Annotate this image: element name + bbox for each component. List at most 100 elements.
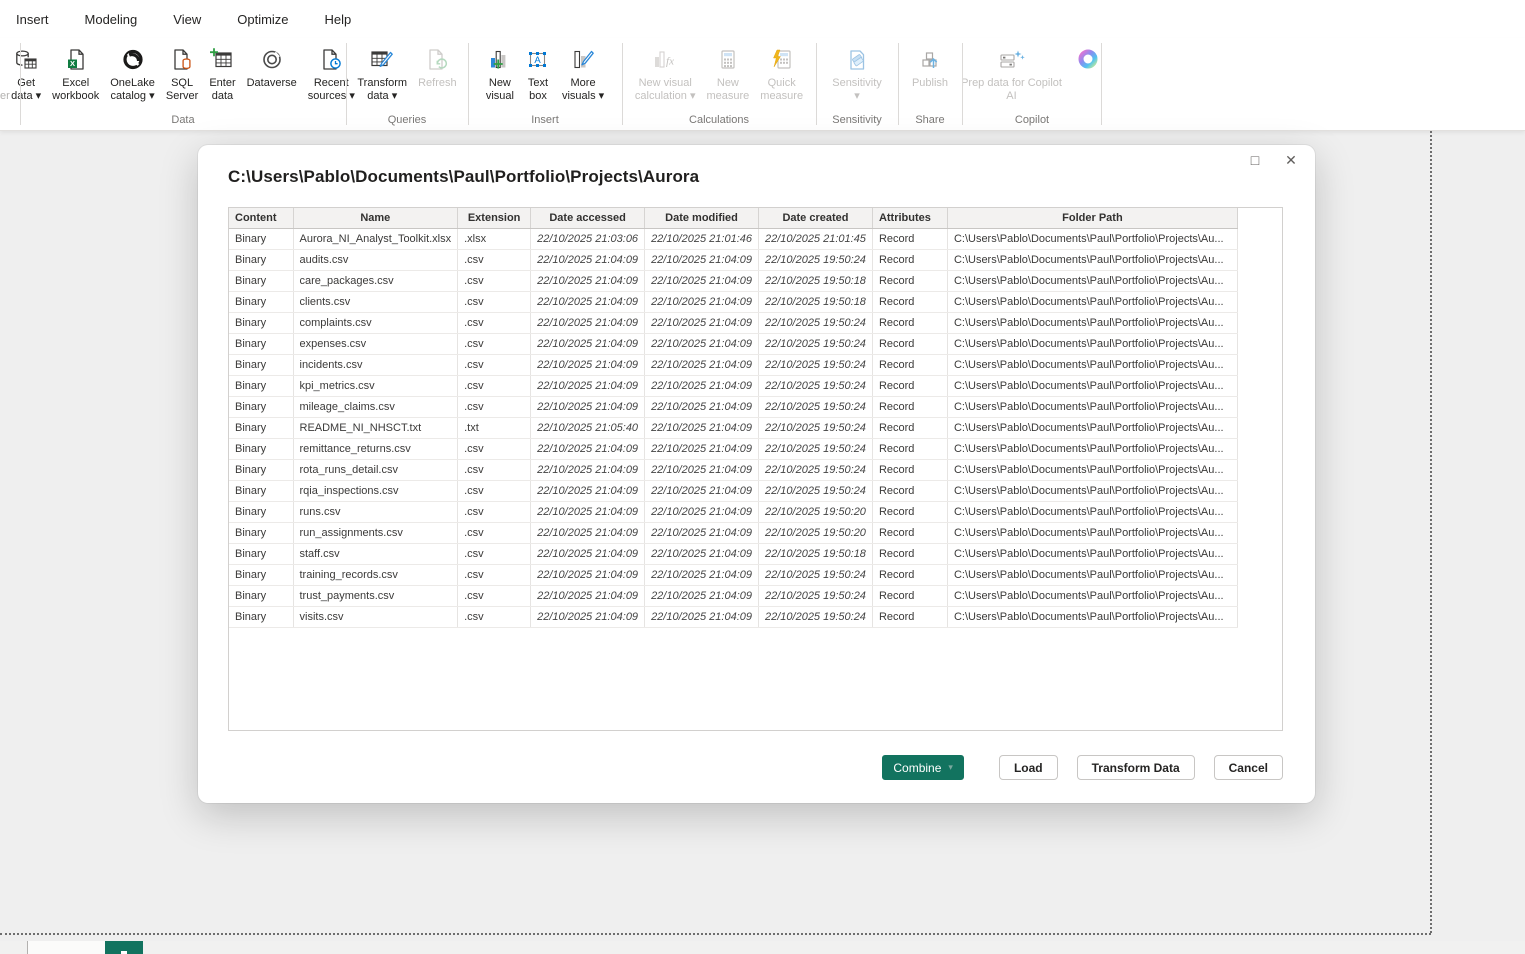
cell-date-modified: 22/10/2025 21:04:09 <box>645 376 759 397</box>
cell-folder-path: C:\Users\Pablo\Documents\Paul\Portfolio\… <box>947 376 1237 397</box>
cell-folder-path: C:\Users\Pablo\Documents\Paul\Portfolio\… <box>947 565 1237 586</box>
new-visual-button[interactable]: New visual <box>481 42 519 105</box>
cell-name: care_packages.csv <box>293 271 458 292</box>
database-grid-icon <box>13 44 39 76</box>
menu-tab-modeling[interactable]: Modeling <box>85 12 138 27</box>
cell-date-modified: 22/10/2025 21:04:09 <box>645 544 759 565</box>
table-row: Binary clients.csv .csv 22/10/2025 21:04… <box>229 292 1237 313</box>
cell-date-created: 22/10/2025 19:50:24 <box>759 607 873 628</box>
cell-folder-path: C:\Users\Pablo\Documents\Paul\Portfolio\… <box>947 481 1237 502</box>
group-label-calculations: Calculations <box>624 110 814 130</box>
cell-attributes: Record <box>872 229 947 250</box>
cell-extension: .csv <box>458 565 531 586</box>
cell-content: Binary <box>229 397 293 418</box>
table-row: Binary care_packages.csv .csv 22/10/2025… <box>229 271 1237 292</box>
text-box-button[interactable]: A Text box <box>520 42 556 105</box>
ribbon-group-queries: Transform data ▾ Refresh Queries <box>346 38 468 130</box>
cell-date-accessed: 22/10/2025 21:04:09 <box>531 565 645 586</box>
canvas-dashed-bottom-border <box>0 933 1431 935</box>
cell-content: Binary <box>229 544 293 565</box>
cell-name: incidents.csv <box>293 355 458 376</box>
cell-attributes: Record <box>872 313 947 334</box>
cell-date-accessed: 22/10/2025 21:04:09 <box>531 271 645 292</box>
cell-date-modified: 22/10/2025 21:04:09 <box>645 397 759 418</box>
cell-content: Binary <box>229 250 293 271</box>
cell-extension: .csv <box>458 250 531 271</box>
cell-extension: .csv <box>458 481 531 502</box>
column-header-attributes: Attributes <box>872 208 947 229</box>
menu-tab-help[interactable]: Help <box>325 12 352 27</box>
table-row: Binary visits.csv .csv 22/10/2025 21:04:… <box>229 607 1237 628</box>
cell-date-modified: 22/10/2025 21:04:09 <box>645 502 759 523</box>
cell-attributes: Record <box>872 334 947 355</box>
cell-date-accessed: 22/10/2025 21:04:09 <box>531 481 645 502</box>
close-icon[interactable]: ✕ <box>1283 152 1299 169</box>
cell-date-modified: 22/10/2025 21:04:09 <box>645 313 759 334</box>
sql-server-button[interactable]: SQL Server <box>161 42 203 105</box>
cell-name: kpi_metrics.csv <box>293 376 458 397</box>
cell-date-created: 22/10/2025 19:50:20 <box>759 523 873 544</box>
chart-fx-icon: fx <box>651 44 679 76</box>
transform-data-button[interactable]: Transform data ▾ <box>352 42 412 105</box>
column-header-name: Name <box>293 208 458 229</box>
group-label-insert: Insert <box>470 110 620 130</box>
cell-date-accessed: 22/10/2025 21:04:09 <box>531 607 645 628</box>
cell-name: runs.csv <box>293 502 458 523</box>
cell-extension: .csv <box>458 397 531 418</box>
file-clock-icon <box>318 44 344 76</box>
copilot-icon <box>1073 44 1103 76</box>
load-button[interactable]: Load <box>999 755 1058 780</box>
cancel-button[interactable]: Cancel <box>1214 755 1283 780</box>
maximize-icon[interactable]: □ <box>1247 152 1263 169</box>
dialog-button-row: Combine ▾ Load Transform Data Cancel <box>882 755 1283 780</box>
excel-workbook-button[interactable]: X Excel workbook <box>47 42 104 105</box>
cell-date-created: 22/10/2025 19:50:24 <box>759 586 873 607</box>
column-header-date-modified: Date modified <box>645 208 759 229</box>
chevron-down-icon: ▾ <box>948 762 953 773</box>
file-list-table: Content Name Extension Date accessed Dat… <box>229 208 1238 628</box>
cell-content: Binary <box>229 355 293 376</box>
combine-button[interactable]: Combine ▾ <box>882 755 964 780</box>
cell-name: rota_runs_detail.csv <box>293 460 458 481</box>
ribbon-group-copilot: Prep data for Copilot AI <box>962 38 1102 130</box>
cell-attributes: Record <box>872 565 947 586</box>
cell-folder-path: C:\Users\Pablo\Documents\Paul\Portfolio\… <box>947 271 1237 292</box>
dataverse-button[interactable]: Dataverse <box>242 42 302 105</box>
cell-date-created: 22/10/2025 19:50:24 <box>759 481 873 502</box>
cell-content: Binary <box>229 565 293 586</box>
folder-preview-dialog: □ ✕ C:\Users\Pablo\Documents\Paul\Portfo… <box>198 145 1315 803</box>
cell-date-modified: 22/10/2025 21:04:09 <box>645 271 759 292</box>
transform-data-dialog-button[interactable]: Transform Data <box>1077 755 1195 780</box>
quick-measure-button: Quick measure <box>755 42 808 105</box>
ribbon-group-data: Get data ▾ X Excel workbook <box>20 38 346 130</box>
cell-content: Binary <box>229 313 293 334</box>
cell-content: Binary <box>229 481 293 502</box>
menu-tab-view[interactable]: View <box>173 12 201 27</box>
cell-extension: .csv <box>458 460 531 481</box>
active-page-tab[interactable] <box>105 941 143 954</box>
cell-name: run_assignments.csv <box>293 523 458 544</box>
more-visuals-button[interactable]: More visuals ▾ <box>557 42 609 105</box>
cell-attributes: Record <box>872 607 947 628</box>
cell-date-modified: 22/10/2025 21:04:09 <box>645 586 759 607</box>
cell-date-modified: 22/10/2025 21:04:09 <box>645 460 759 481</box>
svg-text:X: X <box>70 59 75 68</box>
cell-folder-path: C:\Users\Pablo\Documents\Paul\Portfolio\… <box>947 460 1237 481</box>
cell-extension: .csv <box>458 271 531 292</box>
svg-text:fx: fx <box>666 56 674 68</box>
enter-data-button[interactable]: Enter data <box>204 42 240 105</box>
column-header-date-accessed: Date accessed <box>531 208 645 229</box>
cell-date-created: 22/10/2025 19:50:24 <box>759 439 873 460</box>
cell-date-created: 22/10/2025 19:50:24 <box>759 397 873 418</box>
menu-tab-insert[interactable]: Insert <box>16 12 49 27</box>
cell-date-modified: 22/10/2025 21:04:09 <box>645 355 759 376</box>
cell-content: Binary <box>229 334 293 355</box>
table-row: Binary staff.csv .csv 22/10/2025 21:04:0… <box>229 544 1237 565</box>
cell-name: trust_payments.csv <box>293 586 458 607</box>
refresh-button: Refresh <box>413 42 462 105</box>
menu-tab-optimize[interactable]: Optimize <box>237 12 288 27</box>
get-data-button[interactable]: Get data ▾ <box>6 42 46 105</box>
cell-date-accessed: 22/10/2025 21:04:09 <box>531 376 645 397</box>
onelake-catalog-button[interactable]: OneLake catalog ▾ <box>105 42 160 105</box>
ribbon-group-share: Publish Share <box>898 38 962 130</box>
